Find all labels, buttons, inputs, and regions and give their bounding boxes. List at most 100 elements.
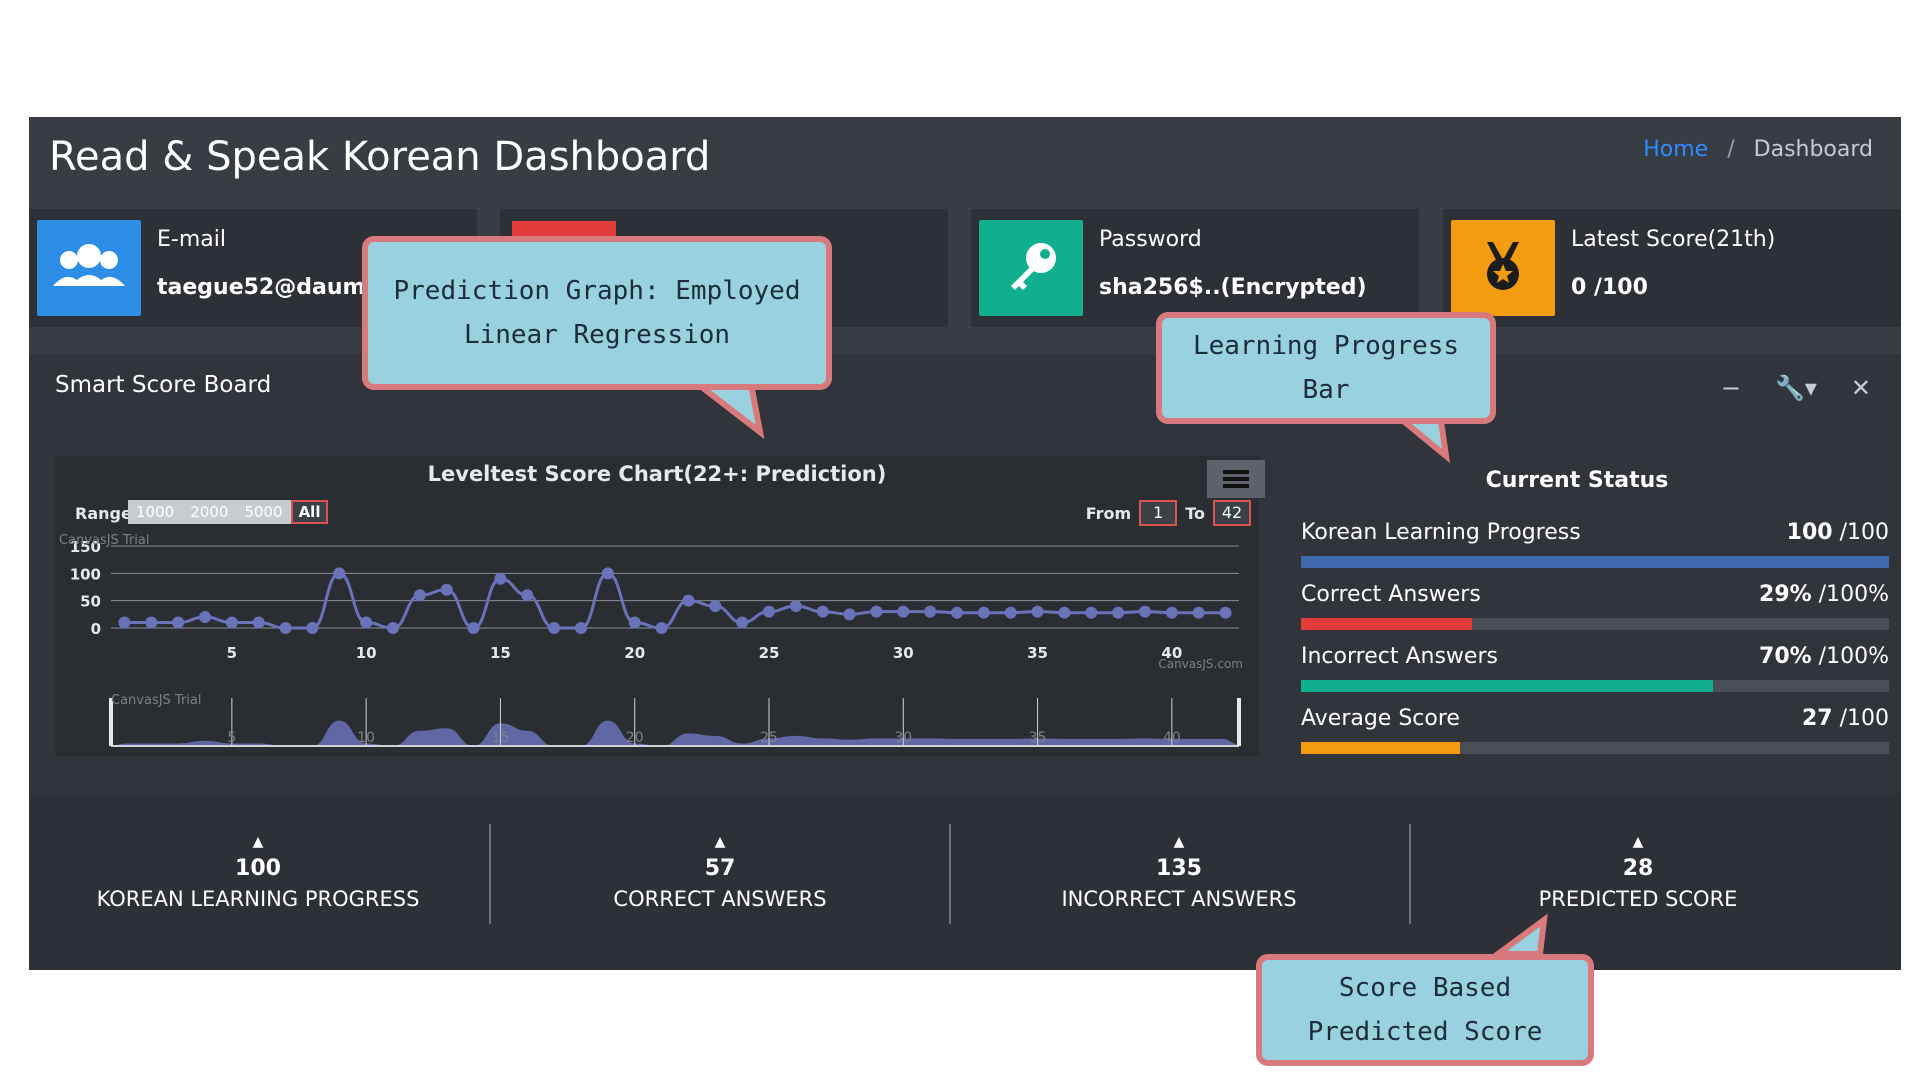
data-point [628,616,641,629]
status-row-incorrect: Incorrect Answers 70% /100% [1301,644,1889,692]
navigator-tick-label: 20 [626,730,644,746]
data-point [467,622,480,634]
data-point [413,589,426,602]
stat-number: 135 [1156,856,1202,881]
data-point [145,616,158,629]
data-point [494,572,507,585]
navigator-handle-right [1237,698,1241,746]
callout-text: Score Based [1338,973,1512,1003]
watermark-text: CanvasJS Trial [59,533,150,548]
data-point [601,567,614,580]
x-tick-label: 10 [356,644,377,662]
data-point [924,605,937,618]
navigator-tick-label: 35 [1029,730,1047,746]
stat-number: 28 [1622,856,1654,881]
progress-bar-fill [1301,556,1889,568]
data-point [521,589,534,602]
data-point [736,616,749,629]
navigator-tick-label: 40 [1163,730,1181,746]
stat-label: INCORRECT ANSWERS [1061,887,1297,911]
latest-score-value: 0 /100 [1571,275,1648,300]
status-value: 27 /100 [1802,706,1889,731]
x-tick-label: 30 [893,644,914,662]
navigator-tick-label: 10 [357,730,375,746]
progress-bar-track [1301,680,1889,692]
data-point [172,616,185,629]
breadcrumb-separator: / [1727,137,1735,162]
data-point [306,622,319,634]
data-point [816,605,829,618]
data-point [225,616,238,629]
wrench-icon[interactable]: 🔧▾ [1775,374,1817,402]
smart-score-board-panel: Smart Score Board − 🔧▾ ✕ Leveltest Score… [29,354,1901,794]
callout-text: Linear Regression [463,320,731,350]
callout-progress-box: Learning Progress Bar [1156,312,1496,424]
navigator-tick-label: 15 [492,730,510,746]
stat-korean-progress: ▲ 100 KOREAN LEARNING PROGRESS [29,834,487,911]
info-box-latest-score: Latest Score(21th) 0 /100 [1443,209,1901,327]
page-title: Read & Speak Korean Dashboard [49,134,711,180]
footer-stats: ▲ 100 KOREAN LEARNING PROGRESS ▲ 57 CORR… [29,794,1901,970]
medal-icon [1451,220,1555,316]
breadcrumb: Home / Dashboard [1643,131,1873,169]
info-box-password: Password sha256$..(Encrypted) [971,209,1419,327]
latest-score-label: Latest Score(21th) [1571,227,1776,252]
caret-up-icon: ▲ [1632,834,1644,850]
data-point [763,605,775,618]
stat-number: 100 [235,856,281,881]
data-point [360,616,373,629]
status-row-average: Average Score 27 /100 [1301,706,1889,754]
data-point [709,600,722,613]
callout-score-box: Score Based Predicted Score [1256,954,1594,1066]
dashboard: Read & Speak Korean Dashboard Home / Das… [29,117,1901,970]
data-point [387,622,399,634]
caret-up-icon: ▲ [252,834,264,850]
progress-bar-track [1301,742,1889,754]
status-value-num: 29% [1759,582,1812,607]
stat-label: CORRECT ANSWERS [613,887,827,911]
breadcrumb-home-link[interactable]: Home [1643,137,1708,162]
data-point [1219,606,1232,619]
navigator-area [111,720,1239,746]
status-label: Incorrect Answers [1301,644,1498,669]
progress-bar-fill [1301,618,1472,630]
data-point [118,616,131,629]
credit-text: CanvasJS.com [1158,657,1243,671]
data-point [977,606,990,619]
status-value: 29% /100% [1759,582,1889,607]
y-tick-label: 50 [80,593,101,611]
email-value: taegue52@daum.ne [157,275,377,300]
data-point [279,622,292,634]
stat-correct-answers: ▲ 57 CORRECT ANSWERS [491,834,949,911]
navigator-tick-label: 25 [760,730,778,746]
status-value-unit: /100% [1811,582,1889,607]
data-point [1058,606,1071,619]
data-point [897,605,910,618]
data-point [655,622,668,634]
status-row-correct: Correct Answers 29% /100% [1301,582,1889,630]
password-value: sha256$..(Encrypted) [1099,275,1367,300]
progress-bar-fill [1301,742,1460,754]
minimize-icon[interactable]: − [1721,374,1741,402]
data-point [440,583,453,596]
stat-label: KOREAN LEARNING PROGRESS [96,887,420,911]
callout-text: Predicted Score [1307,1017,1543,1047]
data-point [575,622,587,634]
x-tick-label: 25 [759,644,780,662]
stat-number: 57 [704,856,736,881]
status-value-unit: /100 [1832,520,1889,545]
data-point [682,594,695,607]
data-point [789,600,802,613]
progress-bar-track [1301,618,1889,630]
status-value: 70% /100% [1759,644,1889,669]
y-tick-label: 100 [70,565,101,583]
data-point [1112,606,1125,619]
navigator-tick-label: 30 [894,730,912,746]
status-row-progress: Korean Learning Progress 100 /100 [1301,520,1889,568]
email-label: E-mail [157,227,226,252]
panel-title: Smart Score Board [55,372,272,398]
stat-predicted-score: ▲ 28 PREDICTED SCORE [1409,834,1867,911]
close-icon[interactable]: ✕ [1851,374,1871,402]
data-point [843,608,856,621]
status-label: Correct Answers [1301,582,1481,607]
